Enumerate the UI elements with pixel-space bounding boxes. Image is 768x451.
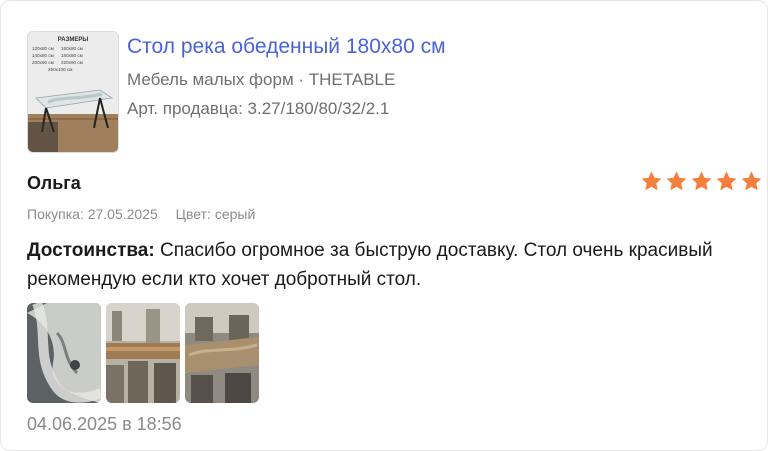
size-4: 180x80 см [61,53,83,58]
purchase-date: Покупка: 27.05.2025 [27,206,158,222]
review-photo[interactable] [27,303,101,403]
star-icon [641,171,662,191]
star-icon [741,171,762,191]
size-5: 200x90 см [32,60,54,65]
review-photo[interactable] [106,303,180,403]
product-article: Арт. продавца: 3.27/180/80/32/2.1 [127,99,390,118]
review-photo[interactable] [185,303,259,403]
star-icon [666,171,687,191]
purchase-color: Цвет: серый [175,206,256,222]
size-3: 140x80 см [32,53,54,58]
size-6: 220x90 см [61,60,83,65]
product-thumbnail[interactable]: РАЗМЕРЫ 120x80 см 160x80 см 140x80 см 18… [27,31,119,153]
review-photos [27,303,259,403]
review-timestamp: 04.06.2025 в 18:56 [27,414,182,434]
purchase-info: Покупка: 27.05.2025 Цвет: серый [27,206,255,222]
product-meta: Мебель малых форм · THETABLE [127,70,396,89]
size-7: 250x100 см [48,67,72,72]
pros-label: Достоинства: [27,240,155,261]
review-author: Ольга [27,173,81,193]
size-header: РАЗМЕРЫ [58,37,89,43]
star-icon [691,171,712,191]
size-2: 160x80 см [61,46,83,51]
rating-stars [640,170,763,193]
review-text: Достоинства: Спасибо огромное за быструю… [27,236,747,294]
star-icon [716,171,737,191]
size-1: 120x80 см [32,46,54,51]
product-title-link[interactable]: Стол река обеденный 180x80 см [127,35,446,59]
